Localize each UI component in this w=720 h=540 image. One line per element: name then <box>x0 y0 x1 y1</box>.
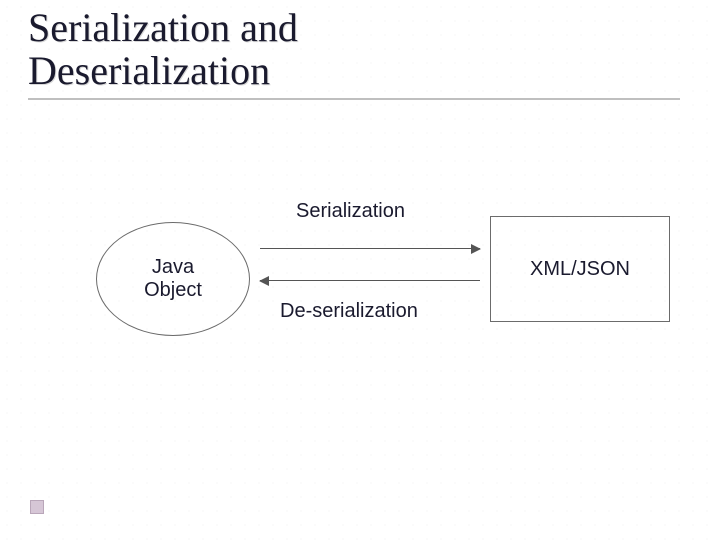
title-underline <box>28 98 680 100</box>
slide-title: Serialization and Deserialization <box>28 6 448 98</box>
arrow-serialization <box>260 248 480 249</box>
arrow-deserialization <box>260 280 480 281</box>
node-xml-json: XML/JSON <box>490 216 670 322</box>
slide: Serialization and Deserialization Java O… <box>0 0 720 540</box>
node-java-object: Java Object <box>96 222 250 336</box>
label-serialization: Serialization <box>296 200 405 223</box>
node-java-object-label: Java Object <box>144 256 202 302</box>
node-xml-json-label: XML/JSON <box>530 258 630 281</box>
title-line-1: Serialization and <box>28 5 298 50</box>
title-line-2: Deserialization <box>28 48 270 93</box>
label-deserialization: De-serialization <box>280 300 418 323</box>
accent-square-icon <box>30 500 44 514</box>
